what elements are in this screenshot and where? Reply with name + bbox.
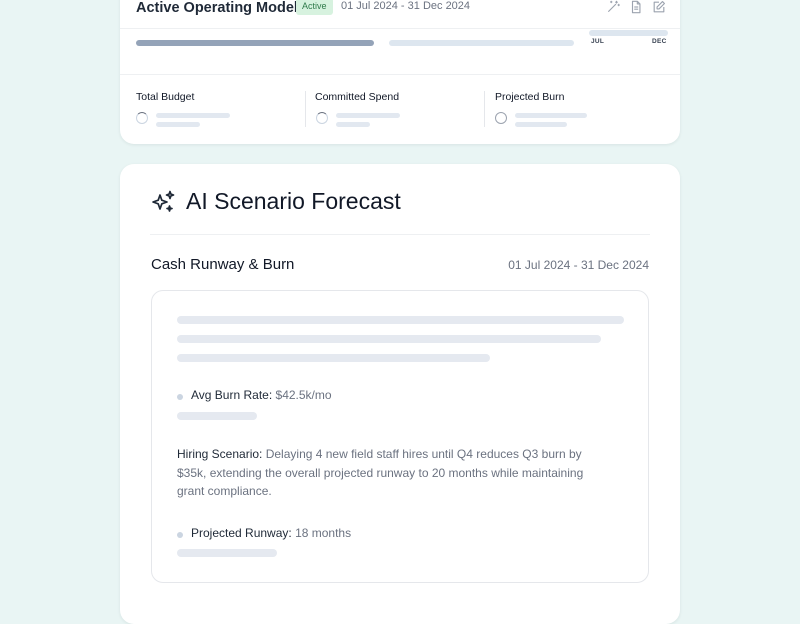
- model-date-range: 01 Jul 2024 - 31 Dec 2024: [341, 0, 471, 12]
- metric-label: Committed Spend: [315, 91, 400, 103]
- runway-value: 18 months: [295, 526, 352, 540]
- skeleton-line: [177, 335, 601, 343]
- projected-runway-row: Projected Runway: 18 months: [191, 526, 351, 540]
- metric-total-budget: Total Budget: [120, 91, 299, 127]
- skeleton-line: [156, 122, 200, 127]
- model-title: Active Operating Model: [136, 0, 298, 16]
- avg-burn-label: Avg Burn Rate:: [191, 388, 273, 402]
- bullet: [177, 394, 183, 400]
- avg-burn-row: Avg Burn Rate: $42.5k/mo: [191, 388, 332, 402]
- forecast-panel: Avg Burn Rate: $42.5k/mo Hiring Scenario…: [151, 290, 649, 583]
- edit-icon[interactable]: [652, 0, 666, 14]
- loading-spinner-icon: [316, 112, 328, 124]
- hiring-label: Hiring Scenario:: [177, 447, 263, 461]
- skeleton-line: [156, 113, 230, 118]
- loading-spinner-icon: [495, 112, 507, 124]
- metric-projected-burn: Projected Burn: [484, 91, 663, 127]
- metric-label: Total Budget: [136, 91, 195, 103]
- skeleton-line: [515, 122, 567, 127]
- skeleton-line: [177, 412, 257, 420]
- document-icon[interactable]: [629, 0, 643, 14]
- timeline-row: JUL DEC: [120, 29, 680, 75]
- skeleton-line: [336, 113, 400, 118]
- skeleton-line: [336, 122, 370, 127]
- timeline-progress-bar: [136, 40, 374, 46]
- loading-spinner-icon: [136, 112, 148, 124]
- operating-model-card: Active Operating Model Active 01 Jul 202…: [120, 0, 680, 144]
- skeleton-line: [177, 549, 277, 557]
- month-label-start: JUL: [591, 38, 605, 45]
- skeleton-line: [515, 113, 587, 118]
- timeline-remaining-bar: [389, 40, 574, 46]
- bullet: [177, 532, 183, 538]
- month-label-end: DEC: [652, 38, 667, 45]
- magic-wand-icon[interactable]: [606, 0, 620, 14]
- hiring-scenario: Hiring Scenario: Delaying 4 new field st…: [177, 445, 587, 501]
- sparkles-icon: [150, 189, 176, 215]
- skeleton-line: [177, 316, 624, 324]
- divider: [150, 234, 650, 235]
- forecast-title: AI Scenario Forecast: [186, 188, 401, 214]
- metric-committed-spend: Committed Spend: [305, 91, 484, 127]
- status-badge: Active: [296, 0, 333, 15]
- section-date-range: 01 Jul 2024 - 31 Dec 2024: [508, 258, 649, 272]
- metric-label: Projected Burn: [495, 91, 565, 103]
- timeline-range-bar: [589, 30, 668, 36]
- model-header: Active Operating Model Active 01 Jul 202…: [120, 0, 680, 29]
- skeleton-line: [177, 354, 490, 362]
- section-title: Cash Runway & Burn: [151, 256, 295, 273]
- runway-label: Projected Runway:: [191, 526, 292, 540]
- avg-burn-value: $42.5k/mo: [275, 388, 332, 402]
- ai-forecast-card: AI Scenario Forecast Cash Runway & Burn …: [120, 164, 680, 624]
